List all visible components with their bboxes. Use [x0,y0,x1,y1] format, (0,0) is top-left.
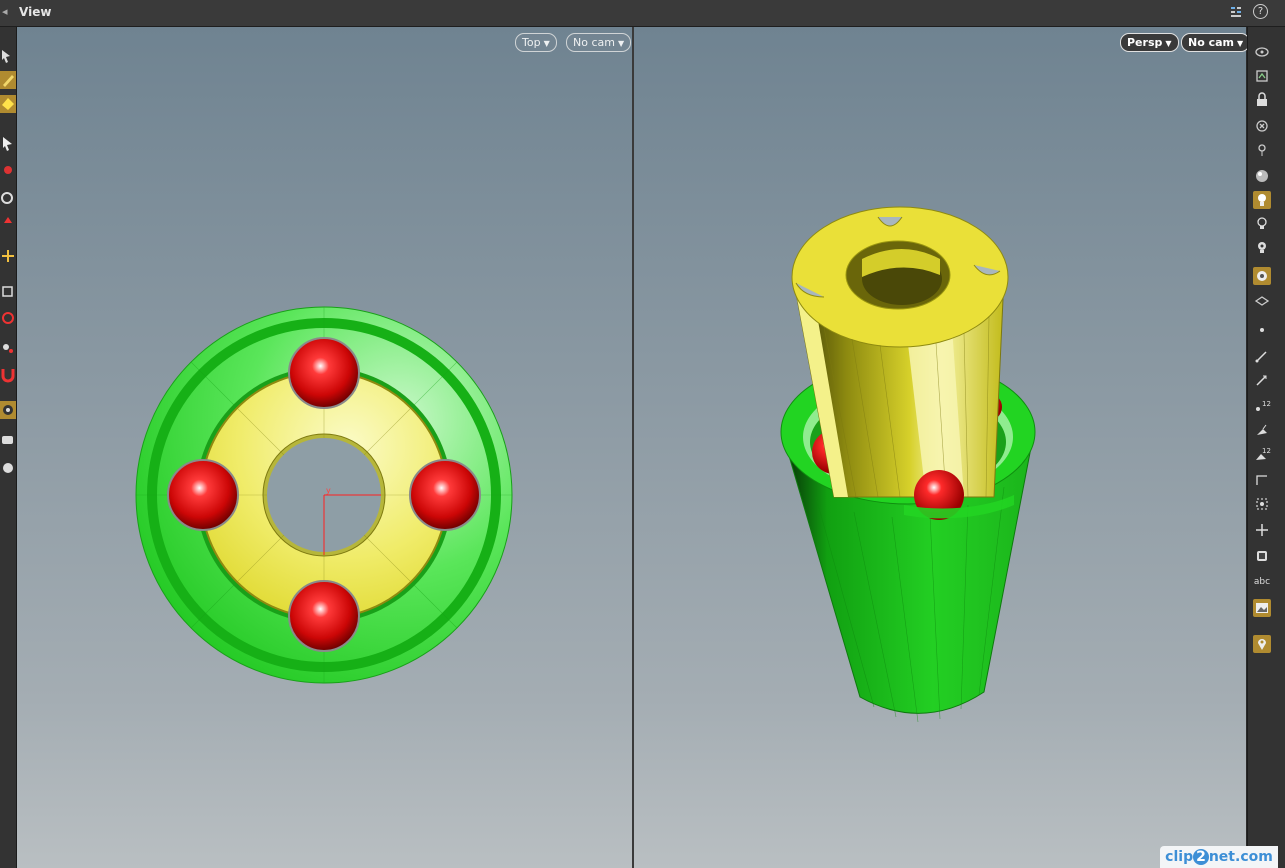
pane-menu-icon[interactable]: ◂ [2,6,14,18]
left-tool-strip [0,27,17,868]
translate-tool-icon[interactable] [0,215,16,233]
location-pin-icon[interactable] [1253,635,1271,653]
shading-sphere-icon[interactable] [1253,167,1271,185]
pane-title: View [19,5,52,19]
view-tool-icon[interactable] [0,339,16,357]
wireframe-toggle-icon[interactable] [1253,291,1271,309]
select-tool-icon[interactable] [0,47,16,65]
perspective-scene [780,206,1036,723]
watermark-prefix: clip [1165,849,1194,865]
primitive-number-icon[interactable]: 12 [1253,445,1271,463]
vector-display-icon[interactable] [1253,371,1271,389]
watermark-mid: 2 [1193,849,1209,865]
pointer-tool-icon[interactable] [0,135,16,153]
uv-display-icon[interactable] [1253,471,1271,489]
display-options-icon[interactable] [1228,4,1244,20]
camera-tool-icon[interactable] [0,431,16,449]
handle-tool-icon[interactable] [0,247,16,265]
light-tool-icon[interactable] [0,459,16,477]
headlight-icon[interactable] [1253,191,1271,209]
scene-render-icon[interactable] [1253,267,1271,285]
sphere-right [409,459,481,531]
top-viewport[interactable]: Top ▼ No cam ▼ y [17,27,632,868]
pose-tool-icon[interactable] [0,309,16,327]
primitive-normal-icon[interactable] [1253,421,1271,439]
light-bulb-icon[interactable] [1253,215,1271,233]
help-icon[interactable]: ? [1253,4,1268,19]
visibility-icon[interactable] [1253,67,1271,85]
title-bar: ◂ View ? [0,0,1285,27]
perspective-viewport[interactable]: Persp ▼ No cam ▼ [634,27,1251,868]
camera-light-icon[interactable] [1253,141,1271,159]
scale-tool-icon[interactable] [0,161,16,179]
point-display-icon[interactable] [1253,321,1271,339]
snap-grid-icon[interactable] [1253,495,1271,513]
magnet-tool-icon[interactable] [0,365,16,383]
watermark-suffix: net.com [1208,849,1273,865]
handle-display-icon[interactable] [1253,521,1271,539]
right-display-strip: 12 12 abc [1247,27,1285,868]
background-toggle-icon[interactable] [1253,547,1271,565]
text-display-toggle[interactable]: abc [1253,573,1271,591]
brush-tool-icon[interactable] [0,71,16,89]
sphere-top [288,337,360,409]
point-number-label: 12 [1262,400,1271,408]
display-options-eye-icon[interactable] [1253,43,1271,61]
high-quality-light-icon[interactable] [1253,239,1271,257]
sphere-bottom [288,580,360,652]
snap-tool-icon[interactable] [0,401,16,419]
axis-label-y: y [326,486,331,495]
transform-tool-icon[interactable] [0,283,16,301]
sphere-left [167,459,239,531]
paint-tool-icon[interactable] [0,95,16,113]
top-view-scene: y [135,306,513,684]
watermark-logo: clip 2 net.com [1160,846,1278,868]
rotate-tool-icon[interactable] [0,189,16,207]
point-number-icon[interactable]: 12 [1253,397,1271,415]
lock-icon[interactable] [1253,91,1271,109]
primitive-number-label: 12 [1262,447,1271,455]
clear-icon[interactable] [1253,117,1271,135]
background-image-icon[interactable] [1253,599,1271,617]
normal-display-icon[interactable] [1253,347,1271,365]
